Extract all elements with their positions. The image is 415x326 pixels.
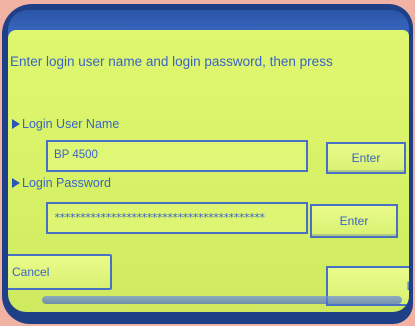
password-field[interactable]: ****************************************…: [46, 202, 308, 234]
instruction-text: Enter login user name and login password…: [10, 54, 333, 69]
password-label-text: Login Password: [22, 176, 111, 190]
triangle-bullet-icon: [12, 178, 20, 188]
user-name-enter-button[interactable]: Enter: [326, 142, 406, 174]
triangle-bullet-icon: [12, 119, 20, 129]
password-enter-button[interactable]: Enter: [310, 204, 398, 238]
user-name-label: Login User Name: [12, 117, 119, 131]
screen-bottom-glow: [42, 296, 402, 304]
user-name-label-text: Login User Name: [22, 117, 120, 131]
login-screen: Enter login user name and login password…: [8, 30, 409, 312]
user-name-field[interactable]: BP 4500: [46, 140, 308, 172]
screen-frame: Enter login user name and login password…: [2, 4, 413, 324]
cancel-button[interactable]: Cancel: [8, 254, 112, 290]
password-label: Login Password: [12, 176, 111, 190]
